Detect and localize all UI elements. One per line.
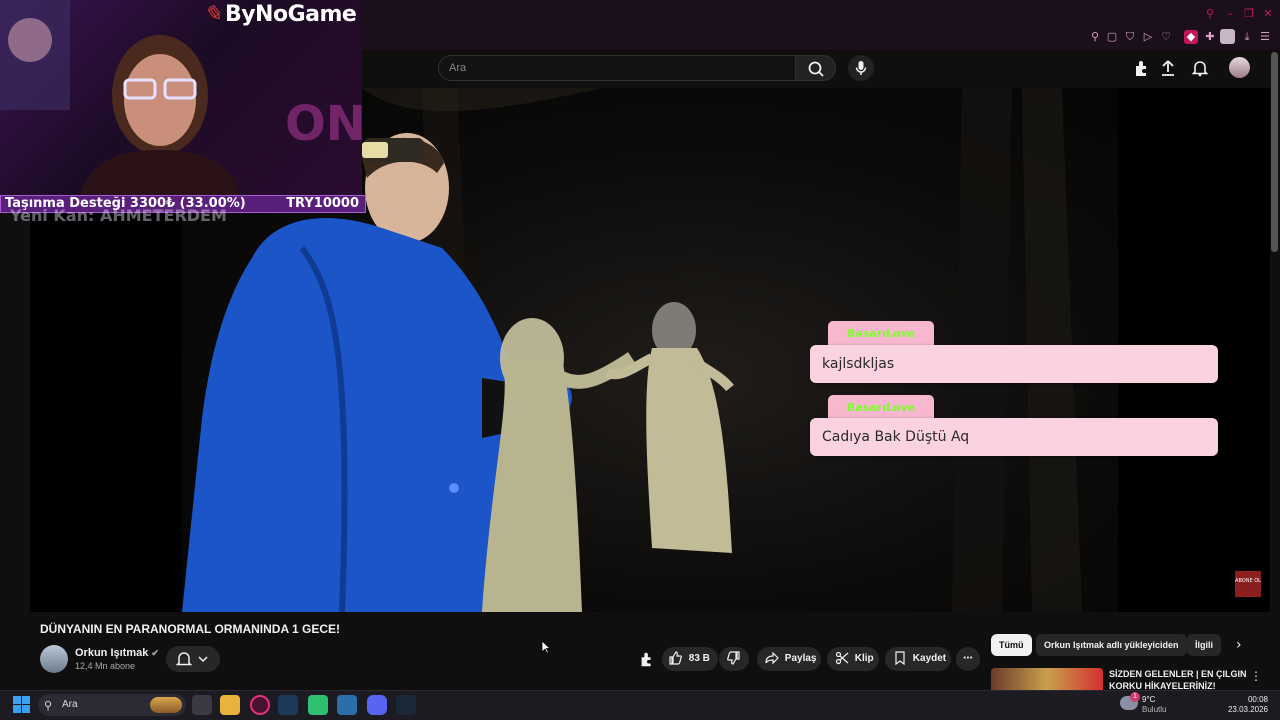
channel-avatar[interactable] bbox=[40, 645, 68, 673]
shield-icon[interactable]: ⛉ bbox=[1123, 30, 1137, 44]
clip-button[interactable]: Klip bbox=[827, 647, 879, 671]
clock-date[interactable]: 23.03.2026 bbox=[1218, 705, 1268, 714]
mouse-cursor-icon bbox=[541, 640, 551, 654]
share-icon bbox=[765, 651, 779, 665]
account-avatar[interactable] bbox=[1229, 57, 1250, 78]
clock-time[interactable]: 00:08 bbox=[1238, 695, 1268, 704]
bynogame-logo: ✎ByNoGame bbox=[201, 2, 357, 32]
browser-icon[interactable] bbox=[250, 695, 270, 715]
network-app-icon[interactable] bbox=[337, 695, 357, 715]
recommendation-thumbnail[interactable] bbox=[991, 668, 1103, 690]
minimize-button[interactable]: – bbox=[1224, 8, 1236, 20]
share-label: Paylaş bbox=[784, 653, 817, 664]
logo-text: ByNoGame bbox=[224, 2, 357, 27]
app-icon[interactable] bbox=[308, 695, 328, 715]
thumbs-down-icon bbox=[727, 651, 740, 665]
chevron-right-icon[interactable]: › bbox=[1236, 636, 1252, 654]
chip-all[interactable]: Tümü bbox=[991, 634, 1032, 656]
chip-related[interactable]: İlgili bbox=[1187, 634, 1221, 656]
channel-name-text: Orkun Işıtmak bbox=[75, 647, 149, 659]
logo-mark-icon: ✎ bbox=[201, 2, 227, 27]
profile-icon[interactable] bbox=[1220, 29, 1235, 44]
more-vertical-icon[interactable]: ⋮ bbox=[1250, 669, 1262, 683]
recommendation-title[interactable]: SİZDEN GELENLER | EN ÇILGIN KORKU HİKAYE… bbox=[1109, 668, 1249, 690]
notifications-bell-icon[interactable] bbox=[1190, 58, 1210, 78]
search-tab-icon[interactable]: ⚲ bbox=[1204, 8, 1216, 20]
bookmark-icon bbox=[895, 651, 905, 666]
search-highlight-image bbox=[150, 697, 182, 713]
chat-username: BasarıLove bbox=[828, 321, 934, 347]
donation-goal-amount: TRY10000 bbox=[286, 196, 359, 211]
recent-follower-text: Yeni Kan: AHMETERDEM bbox=[10, 206, 227, 225]
weather-temperature: 9°C bbox=[1142, 695, 1156, 704]
save-label: Kaydet bbox=[912, 653, 947, 664]
play-icon[interactable]: ▷ bbox=[1141, 30, 1155, 44]
file-explorer-icon[interactable] bbox=[220, 695, 240, 715]
chat-message: kajlsdkljas bbox=[810, 345, 1218, 383]
close-button[interactable]: ✕ bbox=[1262, 8, 1274, 20]
chat-message: Cadıya Bak Düştü Aq bbox=[810, 418, 1218, 456]
weather-badge: 1 bbox=[1130, 692, 1140, 702]
verified-icon: ✔ bbox=[151, 648, 159, 658]
channel-name[interactable]: Orkun Işıtmak ✔ bbox=[75, 647, 159, 659]
extension-puzzle-icon[interactable] bbox=[638, 650, 656, 668]
more-horizontal-icon: ⋯ bbox=[963, 653, 973, 664]
like-count: 83 B bbox=[688, 653, 710, 664]
microphone-icon bbox=[855, 61, 867, 75]
dislike-button[interactable] bbox=[719, 647, 749, 671]
clip-label: Klip bbox=[854, 653, 874, 664]
steam-icon[interactable] bbox=[278, 695, 298, 715]
extension-icon[interactable]: ◆ bbox=[1184, 30, 1198, 44]
taskbar-search-label: Ara bbox=[62, 699, 78, 710]
steam-client-icon[interactable] bbox=[396, 695, 416, 715]
heart-icon[interactable]: ♡ bbox=[1159, 30, 1173, 44]
thumbs-up-icon bbox=[669, 651, 682, 665]
puzzle-icon[interactable]: ✚ bbox=[1203, 30, 1217, 44]
extension-puzzle-icon[interactable] bbox=[1132, 58, 1152, 78]
weather-condition: Bulutlu bbox=[1142, 705, 1167, 714]
share-button[interactable]: Paylaş bbox=[757, 647, 821, 671]
upload-icon[interactable] bbox=[1158, 58, 1178, 78]
chip-from-uploader[interactable]: Orkun Işıtmak adlı yükleyiciden bbox=[1036, 634, 1187, 656]
discord-icon[interactable] bbox=[367, 695, 387, 715]
task-view-icon[interactable] bbox=[192, 695, 212, 715]
pin-icon[interactable]: ⚲ bbox=[1088, 30, 1102, 44]
menu-icon[interactable]: ☰ bbox=[1258, 30, 1272, 44]
maximize-button[interactable]: ❐ bbox=[1243, 8, 1255, 20]
download-icon[interactable]: ⤓ bbox=[1240, 30, 1254, 44]
bell-icon bbox=[175, 652, 208, 666]
more-actions-button[interactable]: ⋯ bbox=[956, 647, 980, 671]
page-scrollbar[interactable] bbox=[1271, 52, 1278, 252]
subscription-bell-button[interactable] bbox=[166, 646, 220, 672]
subscribe-watermark[interactable]: ABONE OL bbox=[1235, 571, 1261, 597]
scissors-icon bbox=[835, 652, 849, 665]
svg-text:ON: ON bbox=[285, 96, 362, 152]
square-icon[interactable]: ▢ bbox=[1105, 30, 1119, 44]
save-button[interactable]: Kaydet bbox=[885, 647, 951, 671]
video-title: DÜNYANIN EN PARANORMAL ORMANINDA 1 GECE! bbox=[40, 622, 341, 636]
search-input[interactable]: Ara bbox=[438, 55, 796, 81]
voice-search-button[interactable] bbox=[848, 55, 874, 81]
windows-start-icon[interactable] bbox=[13, 696, 30, 713]
search-icon: ⚲ bbox=[44, 699, 53, 712]
search-button[interactable] bbox=[796, 55, 836, 81]
search-icon bbox=[808, 61, 824, 77]
left-strip bbox=[0, 612, 30, 690]
like-button[interactable]: 83 B bbox=[662, 647, 718, 671]
subscriber-count: 12,4 Mn abone bbox=[75, 661, 136, 671]
